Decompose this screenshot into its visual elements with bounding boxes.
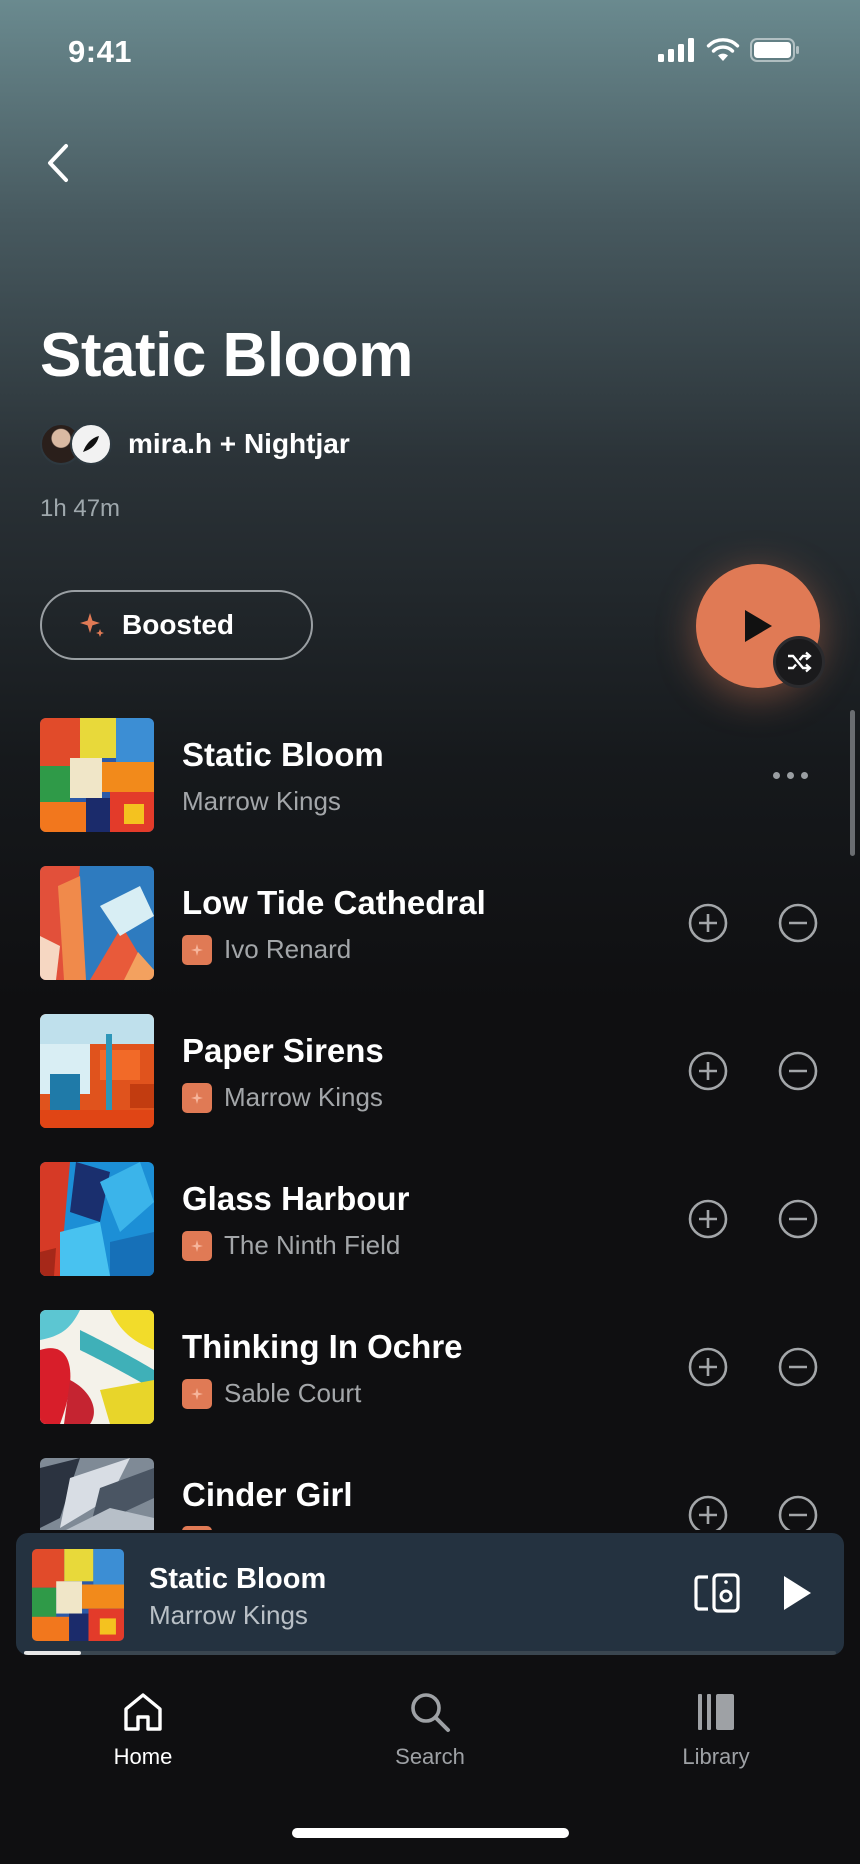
track-title: Cinder Girl <box>182 1476 353 1513</box>
sparkle-icon <box>191 1239 203 1252</box>
tab-home[interactable]: Home <box>73 1690 213 1770</box>
track-title: Glass Harbour <box>182 1180 410 1217</box>
remove-track-icon[interactable] <box>778 1051 818 1091</box>
remove-track-icon[interactable] <box>778 1199 818 1239</box>
tab-library[interactable]: Library <box>646 1690 786 1770</box>
track-artist: Ivo Renard <box>224 934 352 964</box>
now-playing-artist: Marrow Kings <box>149 1600 308 1630</box>
boosted-badge <box>182 1526 212 1530</box>
now-playing-bar[interactable]: Static Bloom Marrow Kings <box>16 1533 844 1655</box>
add-track-icon[interactable] <box>688 1199 728 1239</box>
sparkle-icon <box>191 943 203 956</box>
now-playing-title: Static Bloom <box>149 1563 327 1595</box>
track-row[interactable]: Low Tide Cathedral Ivo Renard <box>40 866 820 980</box>
album-art <box>40 718 154 832</box>
album-art <box>40 1014 154 1128</box>
more-icon <box>772 771 780 779</box>
track-artist: Marrow Kings <box>224 1082 383 1112</box>
tab-search-label: Search <box>395 1744 465 1769</box>
track-artist: Sable Court <box>224 1378 362 1408</box>
now-playing-art <box>32 1549 124 1641</box>
home-indicator <box>292 1828 569 1838</box>
search-icon <box>411 1693 450 1732</box>
track-row[interactable]: Static Bloom Marrow Kings <box>40 718 820 832</box>
add-track-icon[interactable] <box>688 903 728 943</box>
track-artist: The Ninth Field <box>224 1230 401 1260</box>
track-title: Static Bloom <box>182 736 384 773</box>
home-icon <box>124 1693 162 1731</box>
boosted-badge <box>182 1082 212 1113</box>
track-title: Low Tide Cathedral <box>182 884 486 921</box>
track-row[interactable]: Paper Sirens Marrow Kings <box>40 1014 820 1128</box>
add-track-icon[interactable] <box>688 1051 728 1091</box>
track-artist: Marrow Kings <box>182 786 341 816</box>
add-track-icon[interactable] <box>688 1347 728 1387</box>
remove-track-icon[interactable] <box>778 1347 818 1387</box>
tab-search[interactable]: Search <box>360 1690 500 1770</box>
track-title: Thinking In Ochre <box>182 1328 463 1365</box>
tab-home-label: Home <box>113 1744 173 1769</box>
boosted-badge <box>182 934 212 965</box>
playback-progress[interactable] <box>24 1651 836 1655</box>
more-options-button[interactable] <box>760 762 820 788</box>
track-row[interactable]: Cinder Girl <box>40 1458 820 1530</box>
sparkle-icon <box>191 1091 203 1104</box>
album-art <box>40 866 154 980</box>
remove-track-icon[interactable] <box>778 1495 818 1530</box>
track-row[interactable]: Thinking In Ochre Sable Court <box>40 1310 820 1424</box>
remove-track-icon[interactable] <box>778 903 818 943</box>
playback-progress-fill <box>24 1651 81 1655</box>
album-art <box>40 1458 154 1530</box>
mini-play-icon[interactable] <box>780 1573 814 1613</box>
sparkle-icon <box>191 1387 203 1400</box>
connect-device-icon[interactable] <box>694 1571 740 1615</box>
add-track-icon[interactable] <box>688 1495 728 1530</box>
album-art <box>40 1310 154 1424</box>
boosted-badge <box>182 1230 212 1261</box>
album-art <box>40 1162 154 1276</box>
track-list: Static Bloom Marrow Kings Low Tide Cathe… <box>0 0 860 1530</box>
track-row[interactable]: Glass Harbour The Ninth Field <box>40 1162 820 1276</box>
library-icon <box>698 1694 734 1730</box>
tab-library-label: Library <box>682 1744 750 1769</box>
track-title: Paper Sirens <box>182 1032 384 1069</box>
boosted-badge <box>182 1378 212 1409</box>
